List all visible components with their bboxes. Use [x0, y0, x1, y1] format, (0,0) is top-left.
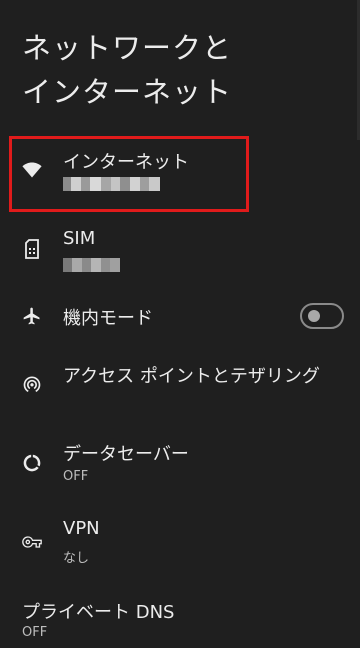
sim-info-redacted: [63, 258, 120, 272]
settings-item-hotspot-tethering[interactable]: アクセス ポイントとテザリング: [0, 356, 360, 408]
vpn-key-icon: [22, 532, 42, 552]
highlight-box: [9, 136, 249, 212]
vpn-status: なし: [63, 551, 90, 566]
sim-card-icon: [22, 239, 42, 259]
settings-item-sim[interactable]: SIM: [0, 222, 360, 282]
data-saver-status: OFF: [63, 469, 89, 484]
settings-item-hotspot-tethering-label: アクセス ポイントとテザリング: [63, 366, 320, 387]
hotspot-icon: [22, 374, 42, 394]
toggle-knob: [308, 310, 320, 322]
private-dns-status: OFF: [22, 625, 48, 640]
data-saver-icon: [22, 453, 42, 473]
page-title-line2: インターネット: [22, 75, 233, 109]
airplane-mode-toggle[interactable]: [300, 303, 344, 329]
settings-item-sim-label: SIM: [63, 228, 96, 249]
settings-item-vpn-label: VPN: [63, 518, 100, 539]
settings-item-airplane-mode-label: 機内モード: [63, 308, 153, 329]
airplane-icon: [22, 306, 42, 326]
page-title: ネットワークと インターネット: [22, 26, 322, 114]
settings-item-data-saver[interactable]: データセーバー OFF: [0, 436, 360, 490]
settings-item-private-dns[interactable]: プライベート DNS OFF: [0, 596, 360, 646]
settings-item-data-saver-label: データセーバー: [63, 444, 189, 465]
settings-item-private-dns-label: プライベート DNS: [22, 602, 175, 623]
settings-item-vpn[interactable]: VPN なし: [0, 516, 360, 566]
page-title-line1: ネットワークと: [22, 31, 233, 65]
